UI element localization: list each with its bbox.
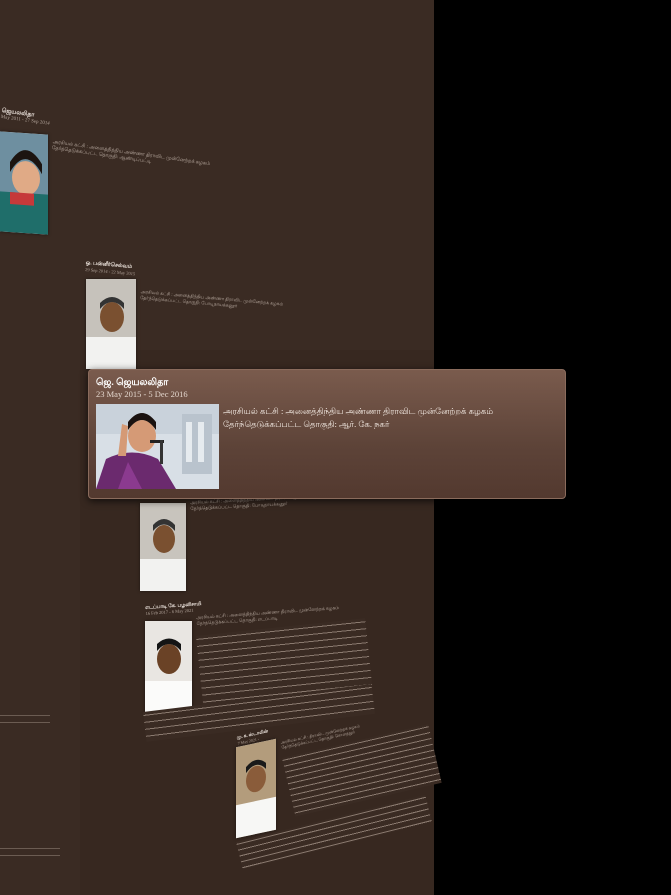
decorative-text-block [0, 712, 50, 728]
decorative-text-block [0, 845, 60, 861]
card-party-text: அரசியல் கட்சி : அனைத்திந்திய அண்ணா திராவ… [223, 406, 494, 416]
card-name: ஜெ. ஜெயலலிதா [96, 378, 169, 388]
portrait-thumbnail [145, 621, 192, 714]
portrait-thumbnail [86, 279, 136, 369]
portrait-thumbnail [140, 503, 186, 591]
timeline-view: ஜெயலலிதா May 2011 - 27 Sep 2014 அரசியல் … [0, 0, 671, 895]
card-portrait-photo [96, 404, 219, 489]
selected-timeline-card[interactable]: ஜெ. ஜெயலலிதா 23 May 2015 - 5 Dec 2016 அர… [88, 369, 566, 499]
card-constituency-text: தேர்ந்தெடுக்கப்பட்ட தொகுதி: ஆர். கே. நகர… [223, 419, 390, 429]
card-dates: 23 May 2015 - 5 Dec 2016 [96, 389, 188, 399]
portrait-thumbnail [236, 738, 276, 839]
portrait-thumbnail [0, 131, 48, 235]
